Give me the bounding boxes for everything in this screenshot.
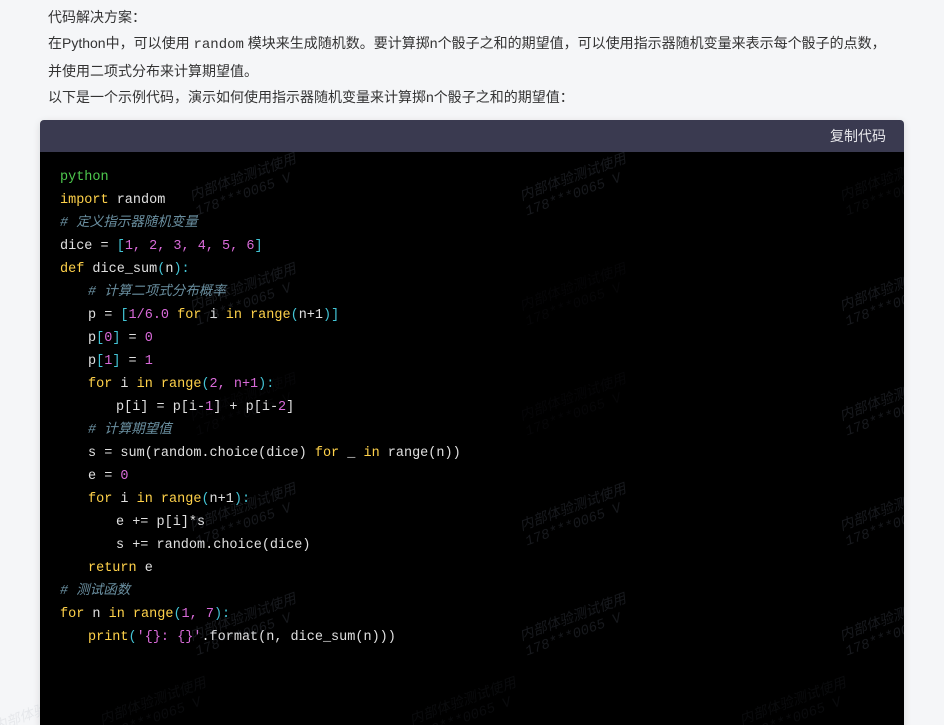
- watermark: 内部体验测试使用178***0065 V: [98, 676, 214, 725]
- code-line: e += p[i]*s: [60, 511, 884, 534]
- code-line: for i in range(n+1):: [60, 488, 884, 511]
- code-line: # 定义指示器随机变量: [60, 212, 884, 235]
- code-line: e = 0: [60, 465, 884, 488]
- code-line: dice = [1, 2, 3, 4, 5, 6]: [60, 235, 884, 258]
- code-body: 内部体验测试使用178***0065 V 内部体验测试使用178***0065 …: [40, 152, 904, 725]
- code-line: python: [60, 166, 884, 189]
- intro-text: 代码解决方案： 在Python中，可以使用 random 模块来生成随机数。要计…: [0, 0, 944, 120]
- code-box: 复制代码 内部体验测试使用178***0065 V 内部体验测试使用178***…: [40, 120, 904, 725]
- code-line: for n in range(1, 7):: [60, 603, 884, 626]
- watermark: 内部体验测试使用178***0065 V: [408, 676, 524, 725]
- code-line: p[0] = 0: [60, 327, 884, 350]
- watermark: 内部体验测试使用178***0065 V: [738, 676, 854, 725]
- code-line: s = sum(random.choice(dice) for _ in ran…: [60, 442, 884, 465]
- intro-title: 代码解决方案：: [48, 4, 896, 30]
- code-line: # 计算期望值: [60, 419, 884, 442]
- code-line: # 测试函数: [60, 580, 884, 603]
- intro-paragraph-1: 在Python中，可以使用 random 模块来生成随机数。要计算掷n个骰子之和…: [48, 30, 896, 84]
- copy-code-button[interactable]: 复制代码: [830, 128, 886, 144]
- code-line: p[1] = 1: [60, 350, 884, 373]
- intro-paragraph-2: 以下是一个示例代码，演示如何使用指示器随机变量来计算掷n个骰子之和的期望值：: [48, 84, 896, 110]
- code-line: p = [1/6.0 for i in range(n+1)]: [60, 304, 884, 327]
- code-line: def dice_sum(n):: [60, 258, 884, 281]
- code-line: p[i] = p[i-1] + p[i-2]: [60, 396, 884, 419]
- code-line: import random: [60, 189, 884, 212]
- code-box-header: 复制代码: [40, 120, 904, 152]
- code-line: s += random.choice(dice): [60, 534, 884, 557]
- code-line: print('{}: {}'.format(n, dice_sum(n))): [60, 626, 884, 649]
- code-line: return e: [60, 557, 884, 580]
- code-line: for i in range(2, n+1):: [60, 373, 884, 396]
- page-root: 内部体验测试使用 代码解决方案： 在Python中，可以使用 random 模块…: [0, 0, 944, 725]
- code-line: # 计算二项式分布概率: [60, 281, 884, 304]
